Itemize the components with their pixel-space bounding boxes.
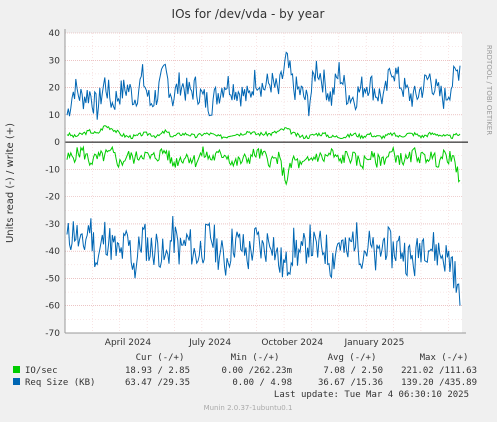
x-tick-label: January 2025 bbox=[343, 338, 404, 348]
legend-req-size-avg: 36.67 /15.36 bbox=[318, 378, 383, 388]
y-tick-label: -40 bbox=[45, 247, 60, 257]
x-tick-labels: April 2024 July 2024 October 2024 January 2… bbox=[105, 338, 405, 348]
x-tick-label: October 2024 bbox=[261, 338, 323, 348]
legend-req-size-min: 0.00 / 4.98 bbox=[232, 378, 292, 388]
y-tick-label: 40 bbox=[49, 29, 61, 39]
x-tick-label: April 2024 bbox=[105, 338, 152, 348]
legend-header-min: Min (-/+) bbox=[231, 353, 280, 363]
y-tick-label: -70 bbox=[45, 329, 60, 339]
legend-header-cur: Cur (-/+) bbox=[136, 353, 185, 363]
y-tick-labels: 40 30 20 10 0 -10 -20 -30 -40 -50 -60 -70 bbox=[45, 29, 60, 339]
y-tick-label: -10 bbox=[45, 165, 60, 175]
y-tick-label: -60 bbox=[45, 302, 60, 312]
legend-req-size-max: 139.20 /435.89 bbox=[401, 378, 477, 388]
legend-io-sec-avg: 7.08 / 2.50 bbox=[323, 366, 383, 376]
legend-io-sec-max: 221.02 /111.63 bbox=[401, 366, 477, 376]
legend-swatch-io-sec bbox=[13, 366, 20, 373]
y-tick-label: 20 bbox=[49, 84, 61, 94]
y-tick-label: 0 bbox=[54, 138, 60, 148]
x-tick-label: July 2024 bbox=[188, 338, 231, 348]
y-tick-label: -20 bbox=[45, 193, 60, 203]
y-axis-label: Units read (-) / write (+) bbox=[5, 123, 16, 243]
io-chart: IOs for /dev/vda - by year RRDTOOL / TOB… bbox=[5, 7, 493, 412]
legend-header-max: Max (-/+) bbox=[420, 353, 469, 363]
chart-title: IOs for /dev/vda - by year bbox=[172, 7, 325, 21]
y-tick-label: -30 bbox=[45, 220, 60, 230]
legend: Cur (-/+) Min (-/+) Avg (-/+) Max (-/+) … bbox=[13, 353, 477, 400]
legend-io-sec-cur: 18.93 / 2.85 bbox=[125, 366, 190, 376]
last-update: Last update: Tue Mar 4 06:30:10 2025 bbox=[274, 390, 469, 400]
y-tick-label: 30 bbox=[49, 56, 61, 66]
legend-label-io-sec: IO/sec bbox=[25, 366, 58, 376]
chart-frame: IOs for /dev/vda - by year RRDTOOL / TOB… bbox=[0, 0, 497, 417]
munin-footer: Munin 2.0.37-1ubuntu0.1 bbox=[204, 404, 293, 412]
y-tick-label: 10 bbox=[49, 111, 61, 121]
legend-header-avg: Avg (-/+) bbox=[328, 353, 377, 363]
watermark: RRDTOOL / TOBI OETIKER bbox=[485, 45, 493, 135]
legend-label-req-size: Req Size (KB) bbox=[25, 378, 95, 388]
legend-swatch-req-size bbox=[13, 378, 20, 385]
legend-req-size-cur: 63.47 /29.35 bbox=[125, 378, 190, 388]
y-tick-label: -50 bbox=[45, 274, 60, 284]
legend-io-sec-min: 0.00 /262.23m bbox=[222, 366, 292, 376]
